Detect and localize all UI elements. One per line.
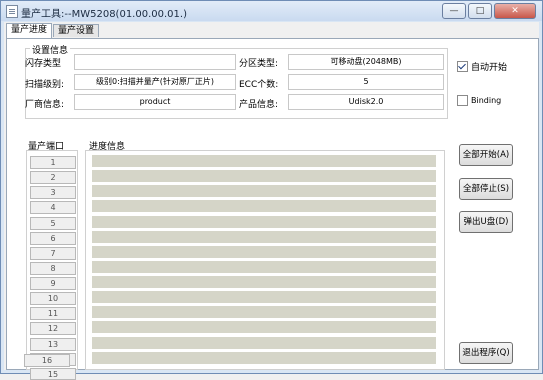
progress-bar <box>92 246 436 258</box>
progress-area <box>85 150 445 370</box>
port-button[interactable]: 16 <box>24 354 70 367</box>
flash-type-label: 闪存类型 <box>25 59 62 69</box>
progress-panel: 设置信息 闪存类型 扫描级别: 级别0:扫描并量产(针对原厂正片) 厂商信息: … <box>6 38 539 380</box>
port-button[interactable]: 1 <box>30 156 76 169</box>
port-button[interactable]: 7 <box>30 247 76 260</box>
window-controls: — □ ✕ <box>442 3 536 19</box>
tab-progress[interactable]: 量产进度 <box>6 23 53 38</box>
exit-button[interactable]: 退出程序(Q) <box>459 342 513 364</box>
close-icon: ✕ <box>511 6 519 16</box>
app-window: 量产工具:--MW5208(01.00.00.01.) — □ ✕ 量产进度 量… <box>0 0 543 380</box>
progress-bar <box>92 200 436 212</box>
port-button[interactable]: 9 <box>30 277 76 290</box>
ecc-label: ECC个数: <box>239 80 279 90</box>
scan-level-label: 扫描级别: <box>25 80 65 90</box>
progress-bar <box>92 352 436 364</box>
auto-start-checkbox[interactable]: 自动开始 <box>457 60 507 73</box>
progress-bar <box>92 231 436 243</box>
maximize-icon: □ <box>475 6 485 16</box>
eject-udisk-button[interactable]: 弹出U盘(D) <box>459 211 513 233</box>
minimize-button[interactable]: — <box>442 3 466 19</box>
progress-bar <box>92 337 436 349</box>
port-button[interactable]: 12 <box>30 322 76 335</box>
progress-bar <box>92 216 436 228</box>
progress-bar <box>92 261 436 273</box>
progress-bar <box>92 276 436 288</box>
vendor-field: product <box>74 94 236 110</box>
app-icon <box>6 5 18 18</box>
port-button[interactable]: 10 <box>30 292 76 305</box>
progress-bar <box>92 291 436 303</box>
client-area: 量产进度 量产设置 设置信息 闪存类型 扫描级别: 级别0:扫描并量产(针对原厂… <box>4 22 539 380</box>
auto-start-label: 自动开始 <box>471 63 508 73</box>
port-button[interactable]: 13 <box>30 338 76 351</box>
vendor-label: 厂商信息: <box>25 100 65 110</box>
scan-level-field: 级别0:扫描并量产(针对原厂正片) <box>74 74 236 90</box>
flash-type-field <box>74 54 236 70</box>
partition-field: 可移动盘(2048MB) <box>288 54 444 70</box>
progress-bar <box>92 306 436 318</box>
settings-group-title: 设置信息 <box>30 43 71 56</box>
progress-bar <box>92 321 436 333</box>
stop-all-button[interactable]: 全部停止(S) <box>459 178 513 200</box>
window-title: 量产工具:--MW5208(01.00.00.01.) <box>21 9 187 20</box>
port-button[interactable]: 15 <box>30 368 76 380</box>
product-field: Udisk2.0 <box>288 94 444 110</box>
close-button[interactable]: ✕ <box>494 3 536 19</box>
title-bar[interactable]: 量产工具:--MW5208(01.00.00.01.) — □ ✕ <box>1 1 542 21</box>
tab-strip: 量产进度 量产设置 <box>6 23 100 38</box>
port-button[interactable]: 6 <box>30 232 76 245</box>
maximize-button[interactable]: □ <box>468 3 492 19</box>
ecc-field: 5 <box>288 74 444 90</box>
port-button[interactable]: 8 <box>30 262 76 275</box>
port-button[interactable]: 3 <box>30 186 76 199</box>
port-button[interactable]: 4 <box>30 201 76 214</box>
port-button[interactable]: 11 <box>30 307 76 320</box>
binding-label: Binding <box>471 96 502 105</box>
port-button[interactable]: 5 <box>30 217 76 230</box>
progress-bar <box>92 155 436 167</box>
checkbox-unchecked-icon <box>457 95 468 106</box>
binding-checkbox[interactable]: Binding <box>457 95 501 106</box>
checkbox-checked-icon <box>457 61 468 72</box>
minimize-icon: — <box>449 6 459 16</box>
progress-bar <box>92 185 436 197</box>
partition-label: 分区类型: <box>239 59 279 69</box>
tab-settings[interactable]: 量产设置 <box>53 24 100 37</box>
product-label: 产品信息: <box>239 100 279 110</box>
port-list: 1 2 3 4 5 6 7 8 9 10 11 12 13 14 15 <box>26 150 78 380</box>
port-button[interactable]: 2 <box>30 171 76 184</box>
start-all-button[interactable]: 全部开始(A) <box>459 144 513 166</box>
progress-bar <box>92 170 436 182</box>
